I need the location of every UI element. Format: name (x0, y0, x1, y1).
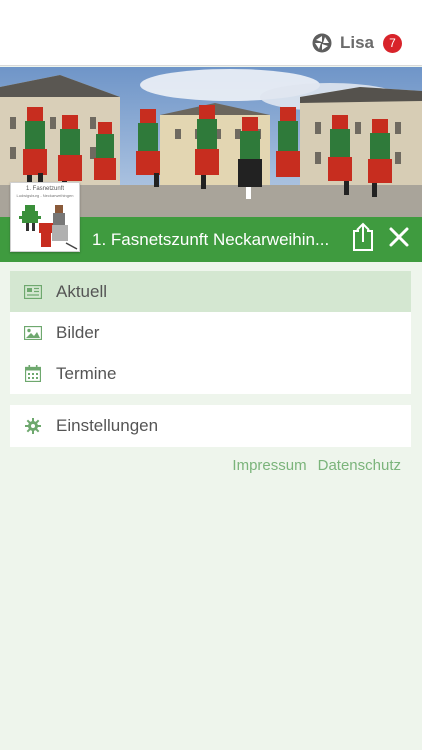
share-icon[interactable] (351, 222, 375, 252)
menu-item-label: Termine (56, 363, 117, 383)
newspaper-icon (24, 283, 42, 301)
datenschutz-link[interactable]: Datenschutz (318, 457, 401, 474)
settings-menu: Einstellungen (10, 405, 411, 447)
user-menu[interactable]: Lisa 7 (312, 33, 402, 53)
footer-links: Impressum Datenschutz (221, 457, 401, 474)
close-icon[interactable] (387, 225, 411, 249)
menu-item-aktuell[interactable]: Aktuell (10, 271, 411, 312)
menu-item-label: Aktuell (56, 281, 108, 301)
impressum-link[interactable]: Impressum (232, 457, 306, 474)
gear-icon (24, 417, 42, 435)
user-name[interactable]: Lisa (340, 33, 374, 53)
club-title: 1. Fasnetszunft Neckarweihin... (92, 230, 330, 249)
menu-item-bilder[interactable]: Bilder (10, 312, 411, 353)
image-icon (24, 324, 42, 342)
top-bar: Lisa 7 (0, 0, 422, 66)
club-logo: 1. Fasnetzunft Ludwigsburg - Neckarweihi… (10, 182, 80, 252)
app-logo-icon (312, 33, 332, 53)
menu-item-einstellungen[interactable]: Einstellungen (10, 405, 411, 446)
menu-item-termine[interactable]: Termine (10, 353, 411, 394)
calendar-icon (24, 365, 42, 383)
notification-badge[interactable]: 7 (383, 33, 402, 53)
menu-item-label: Einstellungen (56, 415, 159, 435)
main-menu: Aktuell Bilder Termine (10, 271, 411, 394)
menu-item-label: Bilder (56, 322, 100, 342)
